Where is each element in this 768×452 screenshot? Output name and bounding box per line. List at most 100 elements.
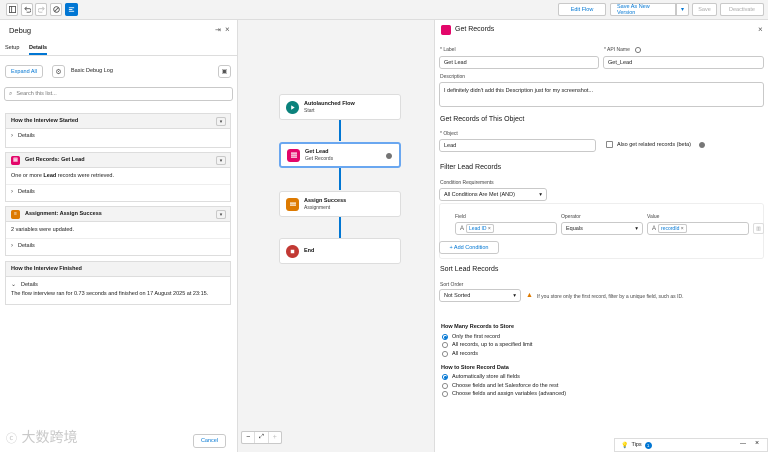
info-icon <box>699 142 705 148</box>
zoom-out-icon[interactable]: − <box>242 432 256 443</box>
download-button[interactable]: ▣ <box>218 65 231 78</box>
section-header: How the Interview Started <box>6 114 230 129</box>
zoom-controls: − ⤢ + <box>241 431 282 444</box>
sort-order-select[interactable]: Not Sorted ▾ <box>439 289 521 302</box>
save-menu-button[interactable]: ▾ <box>676 3 689 16</box>
section-menu-button[interactable]: ▾ <box>216 156 226 165</box>
fit-view-icon[interactable]: ⤢ <box>255 432 269 443</box>
remove-icon[interactable]: × <box>681 226 684 232</box>
chevron-right-icon: › <box>11 133 13 139</box>
redo-button[interactable] <box>35 3 47 16</box>
radio-all-records[interactable]: All records <box>442 351 478 357</box>
condition-req-select[interactable]: All Conditions Are Met (AND) ▾ <box>439 188 547 201</box>
panel-title: Get Records <box>455 26 495 33</box>
radio-all-limit[interactable]: All records, up to a specified limit <box>442 342 532 348</box>
collapse-icon[interactable]: ⇥ <box>215 26 221 34</box>
label-field-label: * Label <box>440 47 456 53</box>
cancel-icon <box>52 6 60 13</box>
label-input[interactable]: Get Lead <box>439 56 599 69</box>
details-toggle[interactable]: › Details <box>6 238 230 253</box>
radio-label: Choose fields and assign variables (adva… <box>452 391 567 397</box>
node-start[interactable]: Autolaunched Flow Start <box>279 94 401 120</box>
info-icon <box>386 153 392 159</box>
radio-choose-fields[interactable]: Choose fields and let Salesforce do the … <box>442 383 558 389</box>
radio-button <box>442 351 448 357</box>
debug-button[interactable] <box>65 3 78 16</box>
search-input[interactable]: ⌕ Search this list... <box>4 87 233 101</box>
section-text: One or more Lead records were retrieved. <box>6 168 230 184</box>
delete-condition-icon[interactable]: ▥ <box>753 223 764 234</box>
toolbar: Edit Flow Save As New Version ▾ Save Dea… <box>0 0 768 20</box>
add-condition-button[interactable]: + Add Condition <box>439 241 499 254</box>
expand-all-button[interactable]: Expand All <box>5 65 43 78</box>
toggle-panel-button[interactable] <box>6 3 18 16</box>
operator-col-label: Operator <box>561 214 581 220</box>
debug-panel: Debug ⇥ × Setup Details Expand All ⚙ Bas… <box>0 20 238 452</box>
description-input[interactable]: I definitely didn't add this Description… <box>439 82 764 107</box>
api-name-input[interactable]: Get_Lead <box>603 56 764 69</box>
value-pill[interactable]: recordId × <box>658 224 687 233</box>
section-header: How the Interview Finished <box>6 262 230 277</box>
how-store-heading: How to Store Record Data <box>441 365 509 371</box>
undo-icon <box>23 6 31 13</box>
section-menu-button[interactable]: ▾ <box>216 117 226 126</box>
download-icon: ▣ <box>221 69 228 75</box>
zoom-in-icon[interactable]: + <box>269 432 281 443</box>
remove-icon[interactable]: × <box>488 226 491 232</box>
node-title: Autolaunched Flow <box>304 100 355 107</box>
search-placeholder: Search this list... <box>16 91 57 97</box>
field-pill[interactable]: Lead ID × <box>466 224 494 233</box>
radio-button <box>442 383 448 389</box>
watermark: ⓒ 大数跨境 <box>6 427 77 447</box>
settings-button[interactable]: ⚙ <box>52 65 65 78</box>
cancel-debug-button[interactable] <box>50 3 62 16</box>
radio-button <box>442 342 448 348</box>
tab-setup[interactable]: Setup <box>5 45 19 51</box>
details-toggle[interactable]: › Details <box>6 129 230 143</box>
deactivate-button[interactable]: Deactivate <box>720 3 764 16</box>
how-many-heading: How Many Records to Store <box>441 324 515 330</box>
flow-canvas[interactable]: Autolaunched Flow Start Get Lead Get Recor… <box>238 20 434 452</box>
details-toggle[interactable]: ⌄ Details <box>6 277 230 289</box>
node-end[interactable]: End <box>279 238 401 264</box>
section-text: The flow interview ran for 0.73 seconds … <box>11 291 209 297</box>
tips-bar[interactable]: 💡 Tips 1 — × <box>614 438 768 452</box>
node-title: Assign Success <box>304 197 347 204</box>
tab-details[interactable]: Details <box>29 45 48 55</box>
value-input[interactable]: ArecordId × <box>647 222 749 235</box>
watermark-text: 大数跨境 <box>21 430 78 446</box>
cancel-button[interactable]: Cancel <box>193 434 226 448</box>
field-input[interactable]: A Lead ID × <box>455 222 557 235</box>
related-checkbox[interactable] <box>606 141 613 148</box>
tips-label: Tips <box>631 442 642 448</box>
radio-assign-variables[interactable]: Choose fields and assign variables (adva… <box>442 391 566 397</box>
warning-icon: ▲ <box>526 292 533 299</box>
edit-flow-button[interactable]: Edit Flow <box>558 3 606 16</box>
section-interview-started: How the Interview Started ▾ › Details <box>5 113 231 148</box>
radio-first-record[interactable]: Only the first record <box>442 334 500 340</box>
lightbulb-icon: 💡 <box>621 442 629 449</box>
operator-select[interactable]: Equals ▾ <box>561 222 643 235</box>
chevron-down-icon: ▾ <box>635 225 638 232</box>
minimize-icon[interactable]: — <box>740 441 746 447</box>
details-toggle[interactable]: › Details <box>6 184 230 199</box>
object-input[interactable]: Lead <box>439 139 596 152</box>
node-subtitle: Assignment <box>304 204 331 211</box>
radio-auto-store[interactable]: Automatically store all fields <box>442 374 520 380</box>
save-button[interactable]: Save <box>692 3 717 16</box>
node-title: Get Lead <box>305 148 329 155</box>
filter-heading: Filter Lead Records <box>440 164 502 171</box>
close-icon[interactable]: × <box>755 440 759 447</box>
node-assign-success[interactable]: Assign Success Assignment <box>279 191 401 217</box>
text-field-icon: A <box>460 225 465 232</box>
log-label: Basic Debug Log <box>71 68 113 74</box>
get-records-heading: Get Records of This Object <box>440 116 525 123</box>
undo-button[interactable] <box>21 3 33 16</box>
node-get-lead[interactable]: Get Lead Get Records <box>279 142 401 168</box>
close-icon[interactable]: × <box>225 25 230 34</box>
save-new-version-button[interactable]: Save As New Version <box>610 3 676 16</box>
close-icon[interactable]: × <box>758 25 763 34</box>
details-label: Details <box>18 133 35 139</box>
connector <box>339 216 341 238</box>
section-menu-button[interactable]: ▾ <box>216 210 226 219</box>
